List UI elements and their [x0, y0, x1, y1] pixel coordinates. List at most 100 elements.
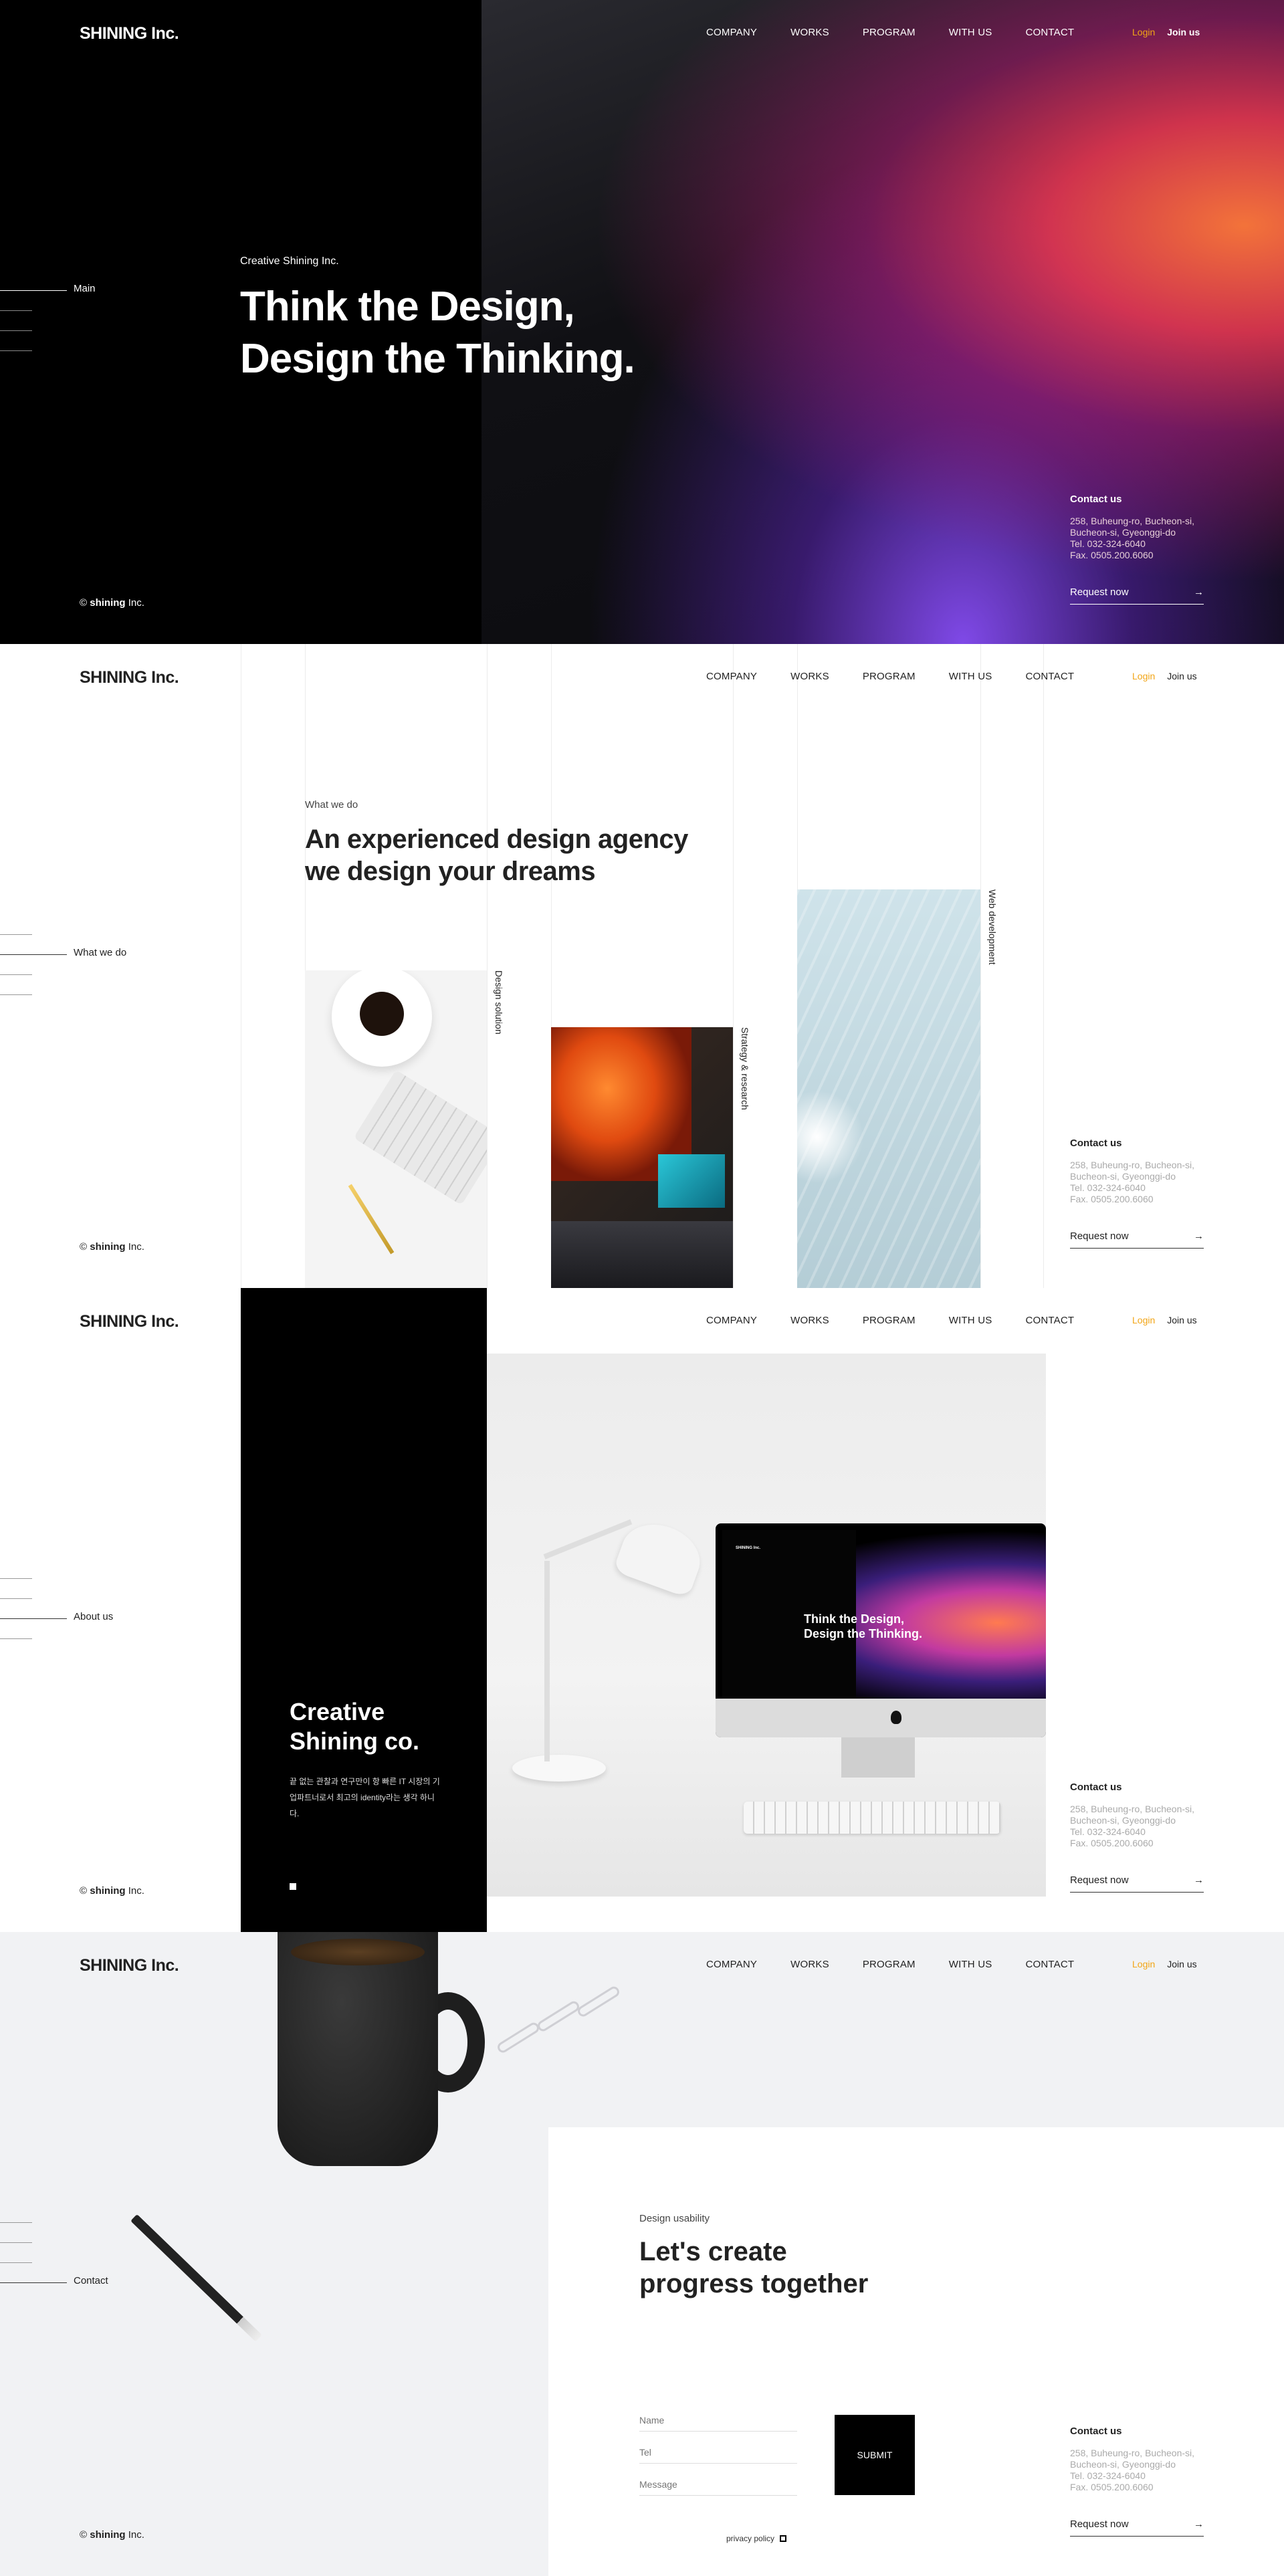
- indicator-line[interactable]: [0, 2242, 32, 2243]
- indicator-line[interactable]: [0, 1578, 32, 1579]
- join-link[interactable]: Join us: [1167, 671, 1196, 681]
- grid-line: [487, 644, 488, 1288]
- logo[interactable]: SHINING Inc.: [80, 24, 179, 43]
- nav-with-us[interactable]: WITH US: [949, 671, 992, 682]
- tel-input[interactable]: [639, 2447, 797, 2458]
- indicator-line-active[interactable]: [0, 290, 67, 291]
- nav-contact[interactable]: CONTACT: [1025, 1315, 1074, 1326]
- login-link[interactable]: Login: [1132, 1315, 1155, 1325]
- indicator-line[interactable]: [0, 1598, 32, 1599]
- nav-works[interactable]: WORKS: [790, 27, 829, 38]
- request-now-button[interactable]: Request now →: [1070, 2518, 1204, 2537]
- card-web-development[interactable]: [797, 889, 980, 1288]
- contact-address2: Bucheon-si, Gyeonggi-do: [1070, 2459, 1176, 2470]
- indicator-line-active[interactable]: [0, 954, 67, 955]
- indicator-line[interactable]: [0, 330, 32, 331]
- copyright: © shining Inc.: [80, 2529, 144, 2541]
- square-bullet-icon: [290, 1883, 296, 1890]
- indicator-line[interactable]: [0, 1638, 32, 1639]
- main-nav: COMPANY WORKS PROGRAM WITH US CONTACT: [706, 1959, 1107, 1970]
- section-eyebrow: What we do: [305, 799, 358, 811]
- side-label-about-us[interactable]: About us: [74, 1611, 113, 1622]
- account-links: Login Join us: [1132, 1959, 1197, 1969]
- indicator-line-active[interactable]: [0, 2282, 67, 2283]
- message-field[interactable]: [639, 2479, 797, 2496]
- side-label-contact[interactable]: Contact: [74, 2275, 108, 2286]
- indicator-line[interactable]: [0, 2262, 32, 2263]
- copyright-symbol: ©: [80, 2529, 88, 2541]
- login-link[interactable]: Login: [1132, 671, 1155, 681]
- nav-program[interactable]: PROGRAM: [863, 671, 916, 682]
- copyright-symbol: ©: [80, 1241, 88, 1253]
- main-nav: COMPANY WORKS PROGRAM WITH US CONTACT: [706, 27, 1107, 38]
- request-now-button[interactable]: Request now →: [1070, 1874, 1204, 1893]
- copyright: © shining Inc.: [80, 1241, 144, 1253]
- form-eyebrow: Design usability: [639, 2213, 710, 2224]
- privacy-checkbox[interactable]: [780, 2535, 787, 2542]
- request-now-button[interactable]: Request now →: [1070, 586, 1204, 605]
- nav-contact[interactable]: CONTACT: [1025, 1959, 1074, 1970]
- lamp-base: [512, 1755, 606, 1782]
- login-link[interactable]: Login: [1132, 1959, 1155, 1969]
- card-label-design-solution: Design solution: [494, 970, 504, 1035]
- what-we-do-section: SHINING Inc. COMPANY WORKS PROGRAM WITH …: [0, 644, 1284, 1288]
- nav-with-us[interactable]: WITH US: [949, 27, 992, 38]
- phone-image: [658, 1154, 725, 1208]
- join-link[interactable]: Join us: [1167, 1315, 1196, 1325]
- privacy-policy[interactable]: privacy policy: [726, 2534, 787, 2543]
- nav-contact[interactable]: CONTACT: [1025, 671, 1074, 682]
- request-now-button[interactable]: Request now →: [1070, 1230, 1204, 1249]
- logo[interactable]: SHINING Inc.: [80, 668, 179, 687]
- account-links: Login Join us: [1132, 27, 1200, 37]
- tel-field[interactable]: [639, 2447, 797, 2464]
- side-label-main[interactable]: Main: [74, 283, 96, 294]
- indicator-line[interactable]: [0, 350, 32, 351]
- nav-with-us[interactable]: WITH US: [949, 1315, 992, 1326]
- card-strategy-research[interactable]: [551, 1027, 733, 1288]
- indicator-line[interactable]: [0, 934, 32, 935]
- logo[interactable]: SHINING Inc.: [80, 1956, 179, 1975]
- nav-program[interactable]: PROGRAM: [863, 27, 916, 38]
- card-label-strategy-research: Strategy & research: [740, 1027, 750, 1110]
- copyright-brand: shining: [90, 2529, 126, 2541]
- indicator-line[interactable]: [0, 310, 32, 311]
- side-label-what-we-do[interactable]: What we do: [74, 947, 126, 958]
- nav-with-us[interactable]: WITH US: [949, 1959, 992, 1970]
- name-input[interactable]: [639, 2415, 797, 2426]
- coffee-mug-image: [278, 1932, 492, 2166]
- nav-company[interactable]: COMPANY: [706, 1315, 757, 1326]
- request-now-label: Request now: [1070, 1874, 1129, 1886]
- indicator-line-active[interactable]: [0, 1618, 67, 1619]
- indicator-line[interactable]: [0, 974, 32, 975]
- nav-company[interactable]: COMPANY: [706, 671, 757, 682]
- nav-works[interactable]: WORKS: [790, 1315, 829, 1326]
- desk-image: [551, 1221, 733, 1288]
- indicator-line[interactable]: [0, 2222, 32, 2223]
- join-link[interactable]: Join us: [1167, 27, 1200, 37]
- nav-works[interactable]: WORKS: [790, 671, 829, 682]
- nav-company[interactable]: COMPANY: [706, 1959, 757, 1970]
- card-design-solution[interactable]: [305, 970, 487, 1288]
- contact-fax: Fax. 0505.200.6060: [1070, 1194, 1154, 1204]
- workspace-image: SHINING Inc. Think the Design, Design th…: [487, 1354, 1046, 1897]
- request-now-label: Request now: [1070, 1230, 1129, 1242]
- contact-tel: Tel. 032-324-6040: [1070, 1826, 1146, 1837]
- coffee-cup-image: [332, 970, 432, 1067]
- nav-works[interactable]: WORKS: [790, 1959, 829, 1970]
- logo[interactable]: SHINING Inc.: [80, 1312, 179, 1331]
- contact-fax: Fax. 0505.200.6060: [1070, 550, 1154, 560]
- join-link[interactable]: Join us: [1167, 1959, 1196, 1969]
- monitor-title: Think the Design, Design the Thinking.: [804, 1612, 922, 1641]
- copyright-brand: shining: [90, 597, 126, 609]
- nav-program[interactable]: PROGRAM: [863, 1959, 916, 1970]
- submit-button[interactable]: SUBMIT: [835, 2415, 915, 2495]
- login-link[interactable]: Login: [1132, 27, 1155, 37]
- indicator-line[interactable]: [0, 994, 32, 995]
- nav-contact[interactable]: CONTACT: [1025, 27, 1074, 38]
- contact-address2: Bucheon-si, Gyeonggi-do: [1070, 1171, 1176, 1182]
- message-input[interactable]: [639, 2479, 797, 2490]
- name-field[interactable]: [639, 2415, 797, 2432]
- nav-program[interactable]: PROGRAM: [863, 1315, 916, 1326]
- nav-company[interactable]: COMPANY: [706, 27, 757, 38]
- contact-block: Contact us 258, Buheung-ro, Bucheon-si, …: [1070, 2426, 1204, 2537]
